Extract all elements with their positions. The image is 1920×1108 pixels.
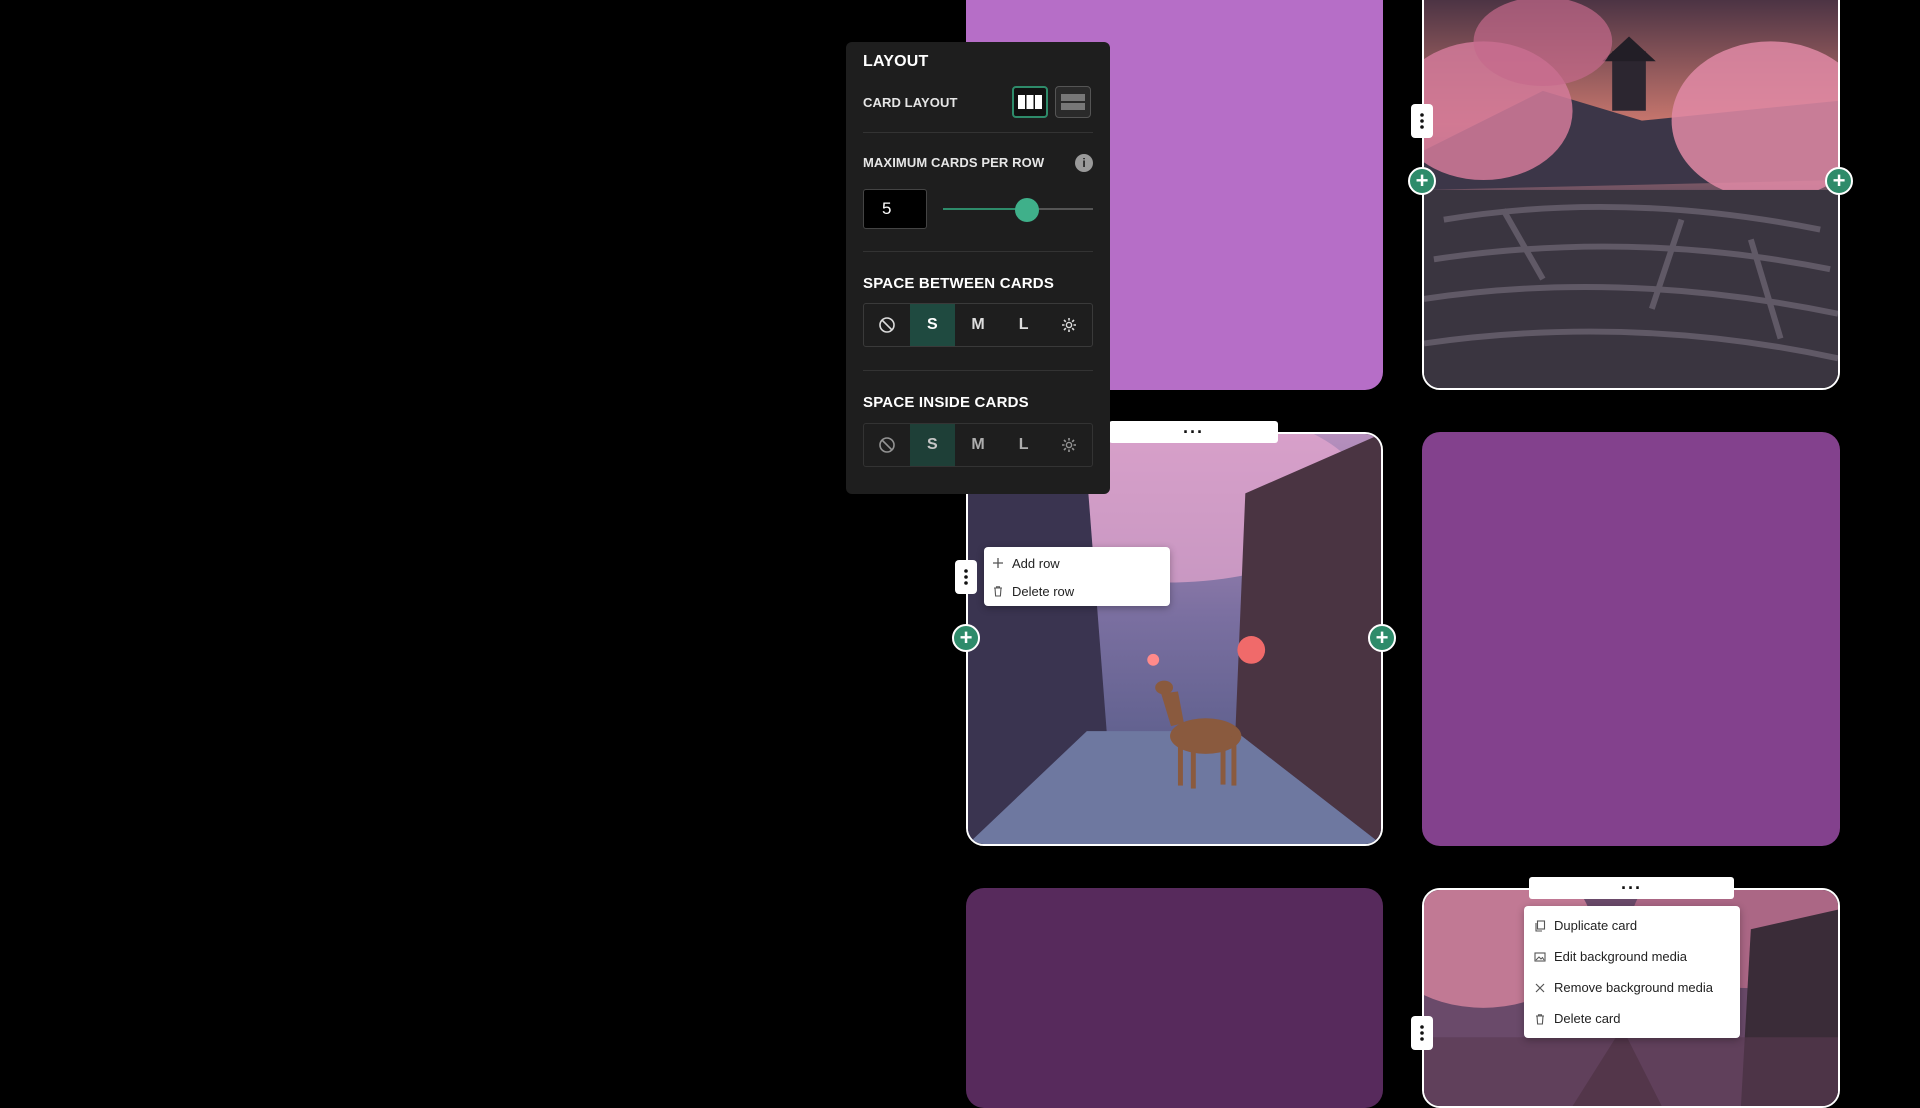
- row-context-menu: Add row Delete row: [984, 547, 1170, 606]
- max-cards-label: MAXIMUM CARDS PER ROW: [863, 155, 1045, 170]
- delete-row-menu-item[interactable]: Delete row: [992, 577, 1162, 605]
- card-image-maze[interactable]: [1422, 0, 1840, 390]
- gear-icon: [1062, 438, 1077, 452]
- plus-icon: +: [1832, 168, 1846, 193]
- no-space-icon: [878, 317, 895, 333]
- space-inside-label: SPACE INSIDE CARDS: [863, 394, 1029, 411]
- plus-icon: +: [1415, 168, 1429, 193]
- layout-columns-button[interactable]: [1012, 86, 1048, 118]
- space-between-label: SPACE BETWEEN CARDS: [863, 275, 1055, 292]
- duplicate-card-menu-item[interactable]: Duplicate card: [1534, 910, 1730, 941]
- maze-garden-image: [1424, 0, 1838, 388]
- gear-icon: [1062, 318, 1077, 332]
- trash-icon: [994, 586, 1002, 597]
- vertical-dots-icon: [964, 569, 968, 585]
- card-context-menu: Duplicate card Edit background media Rem…: [1524, 906, 1740, 1038]
- space-between-option-s[interactable]: S: [909, 304, 956, 346]
- space-inside-selector: S M L: [863, 423, 1093, 467]
- copy-icon: [1535, 919, 1546, 932]
- panel-title: LAYOUT: [863, 53, 929, 70]
- divider: [863, 370, 1093, 371]
- max-cards-input[interactable]: [863, 189, 927, 229]
- card-plum-bottom[interactable]: [966, 888, 1383, 1108]
- divider: [863, 251, 1093, 252]
- row-handle[interactable]: [1411, 1016, 1433, 1050]
- space-between-selector: S M L: [863, 303, 1093, 347]
- layout-rows-button[interactable]: [1055, 86, 1091, 118]
- add-card-right-button[interactable]: +: [1825, 167, 1853, 195]
- vertical-dots-icon: [1420, 1025, 1424, 1041]
- slider-thumb[interactable]: [1015, 198, 1039, 222]
- add-card-right-button[interactable]: +: [1368, 624, 1396, 652]
- edit-background-media-menu-item[interactable]: Edit background media: [1534, 941, 1730, 972]
- card-image-deer[interactable]: [966, 432, 1383, 846]
- row-handle[interactable]: [1411, 104, 1433, 138]
- close-icon: [1535, 983, 1545, 992]
- space-inside-option-s[interactable]: S: [909, 424, 956, 466]
- rows-layout-icon: [1061, 94, 1085, 110]
- card-more-toolbar[interactable]: ···: [1529, 877, 1734, 899]
- divider: [863, 132, 1093, 133]
- trash-icon: [1536, 1013, 1544, 1025]
- space-between-option-l[interactable]: L: [1001, 304, 1047, 346]
- max-cards-slider[interactable]: [943, 198, 1093, 222]
- layout-panel: LAYOUT CARD LAYOUT MAXIMUM CARDS PER ROW…: [846, 42, 1110, 494]
- add-card-left-button[interactable]: +: [1408, 167, 1436, 195]
- plus-icon: +: [1375, 625, 1389, 650]
- delete-card-menu-item[interactable]: Delete card: [1534, 1003, 1730, 1034]
- space-between-option-m[interactable]: M: [955, 304, 1001, 346]
- space-between-custom-option[interactable]: [1046, 304, 1092, 346]
- row-handle[interactable]: [955, 560, 977, 594]
- plus-icon: +: [959, 625, 973, 650]
- add-card-left-button[interactable]: +: [952, 624, 980, 652]
- space-inside-option-m[interactable]: M: [955, 424, 1001, 466]
- card-more-toolbar[interactable]: ···: [1109, 421, 1278, 443]
- card-layout-label: CARD LAYOUT: [863, 95, 958, 110]
- vertical-dots-icon: [1420, 113, 1424, 129]
- remove-background-media-menu-item[interactable]: Remove background media: [1534, 972, 1730, 1003]
- space-inside-custom-option[interactable]: [1046, 424, 1092, 466]
- card-purple-middle[interactable]: [1422, 432, 1840, 846]
- no-space-icon: [878, 437, 895, 453]
- deer-street-image: [968, 434, 1381, 844]
- space-inside-option-l[interactable]: L: [1001, 424, 1047, 466]
- columns-layout-icon: [1018, 95, 1042, 109]
- space-inside-none-option[interactable]: [864, 424, 910, 466]
- add-row-menu-item[interactable]: Add row: [992, 549, 1162, 577]
- space-between-none-option[interactable]: [864, 304, 910, 346]
- image-icon: [1534, 951, 1546, 962]
- plus-icon: [993, 558, 1003, 568]
- info-icon[interactable]: i: [1075, 154, 1093, 172]
